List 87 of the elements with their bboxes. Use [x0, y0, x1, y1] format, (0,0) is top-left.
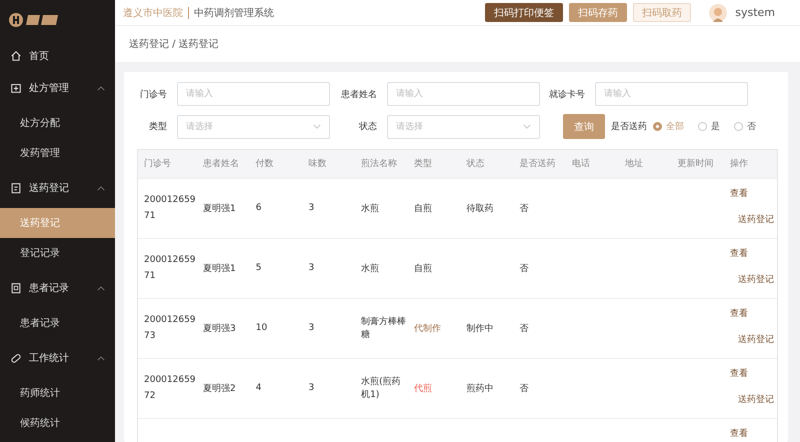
menu-item[interactable]: 处方管理: [0, 72, 115, 104]
table-cell: 3: [308, 383, 314, 393]
column-header: 电话: [566, 150, 619, 178]
table-cell-text: 20001265973: [144, 314, 196, 343]
username: system: [735, 6, 775, 19]
table-cell-text: 水煎(煎药机1): [361, 376, 402, 401]
table-cell-text: 20001265971: [144, 254, 196, 283]
field-label: 类型: [148, 120, 167, 133]
table-cell-text: 水煎: [361, 262, 380, 274]
action-link[interactable]: 查看: [730, 246, 748, 260]
radio-option[interactable]: 否: [734, 120, 756, 133]
field-label: 门诊号: [139, 88, 167, 100]
breadcrumb: 送药登记 / 送药登记: [115, 26, 800, 62]
input-field[interactable]: 请输入: [387, 82, 540, 106]
column-header: 味数: [302, 150, 356, 178]
action-link[interactable]: 查看: [730, 366, 748, 380]
type-label: 代制作: [414, 322, 441, 334]
submenu-item[interactable]: 处方分配: [0, 108, 115, 138]
table-cell: 10: [256, 323, 268, 333]
submenu-item[interactable]: 候药统计: [0, 408, 115, 438]
column-header: 是否送药: [513, 150, 566, 178]
action-link[interactable]: 送药登记: [738, 392, 774, 406]
action-link[interactable]: 送药登记: [738, 212, 774, 226]
menu-item[interactable]: 送药登记: [0, 172, 115, 204]
table-cell: 6: [256, 203, 262, 213]
chevron-down-icon: [523, 124, 531, 129]
system-name: 中药调剂管理系统: [194, 6, 274, 20]
field-label: 就诊卡号: [549, 88, 585, 100]
type-label: 自煎: [414, 262, 432, 274]
table-cell-text: 水煎: [361, 202, 380, 214]
field-label: 状态: [358, 120, 377, 133]
action-link[interactable]: 送药登记: [738, 272, 774, 286]
action-link[interactable]: 查看: [730, 426, 748, 440]
column-header: 更新时间: [671, 150, 724, 178]
table-cell: 3: [308, 203, 314, 213]
document-icon: [10, 282, 22, 294]
avatar-icon: [709, 4, 728, 22]
type-label: 自煎: [414, 202, 432, 214]
table-cell-text: 20001265972: [144, 374, 196, 403]
table-cell: 3: [308, 263, 314, 273]
menu-item[interactable]: 患者记录: [0, 272, 115, 304]
column-header: 操作: [724, 150, 777, 178]
table-cell-text: 制作中: [466, 322, 494, 334]
clipboard-icon: [10, 182, 22, 194]
plus-box-icon: [10, 82, 22, 94]
table-cell-text: 夏明强1: [203, 262, 236, 274]
column-header: 类型: [408, 150, 461, 178]
pill-icon: [10, 352, 22, 364]
hospital-name: 遵义市中医院: [123, 6, 183, 20]
table-cell: 3: [308, 323, 314, 333]
table-cell: 4: [256, 383, 262, 393]
input-field[interactable]: 请输入: [595, 82, 748, 106]
submenu-item[interactable]: 发药管理: [0, 138, 115, 168]
action-link[interactable]: 查看: [730, 306, 748, 320]
table-cell-text: 否: [519, 202, 528, 214]
table-cell-text: 待取药: [466, 202, 494, 214]
column-header: 患者姓名: [197, 150, 250, 178]
column-header: 煎法名称: [355, 150, 408, 178]
header-button[interactable]: 扫码打印便签: [485, 3, 564, 22]
submenu-item[interactable]: 登记记录: [0, 238, 115, 268]
type-label: 代煎: [414, 382, 432, 394]
action-link[interactable]: 查看: [730, 186, 748, 200]
table-cell-text: 夏明强1: [203, 202, 236, 214]
radio-option[interactable]: 是: [698, 120, 720, 133]
table-cell-text: 制膏方棒棒糖: [361, 316, 407, 341]
table-cell-text: 20001265971: [144, 194, 196, 223]
table-cell-text: 夏明强3: [203, 322, 236, 334]
table-cell-text: 煎药中: [466, 382, 494, 394]
table-cell-text: 否: [519, 262, 528, 274]
table-cell-text: 否: [519, 322, 528, 334]
table-cell-text: 否: [519, 382, 528, 394]
menu-item[interactable]: 首页: [0, 40, 115, 72]
table-cell: 5: [256, 263, 262, 273]
column-header: 地址: [618, 150, 672, 178]
menu-item[interactable]: 工作统计: [0, 342, 115, 374]
column-header: 付数: [250, 150, 302, 178]
action-link[interactable]: 送药登记: [738, 332, 774, 346]
column-header: 门诊号: [138, 150, 197, 178]
chevron-down-icon: [313, 124, 321, 129]
home-icon: [10, 50, 22, 62]
column-header: 状态: [460, 150, 514, 178]
input-field[interactable]: 请输入: [177, 82, 330, 106]
field-label: 患者姓名: [340, 88, 377, 100]
radio-group-label: 是否送药: [611, 120, 647, 133]
table-cell-text: 夏明强2: [203, 382, 236, 394]
submenu-item[interactable]: 患者记录: [0, 308, 115, 338]
submenu-item[interactable]: 药师统计: [0, 378, 115, 408]
